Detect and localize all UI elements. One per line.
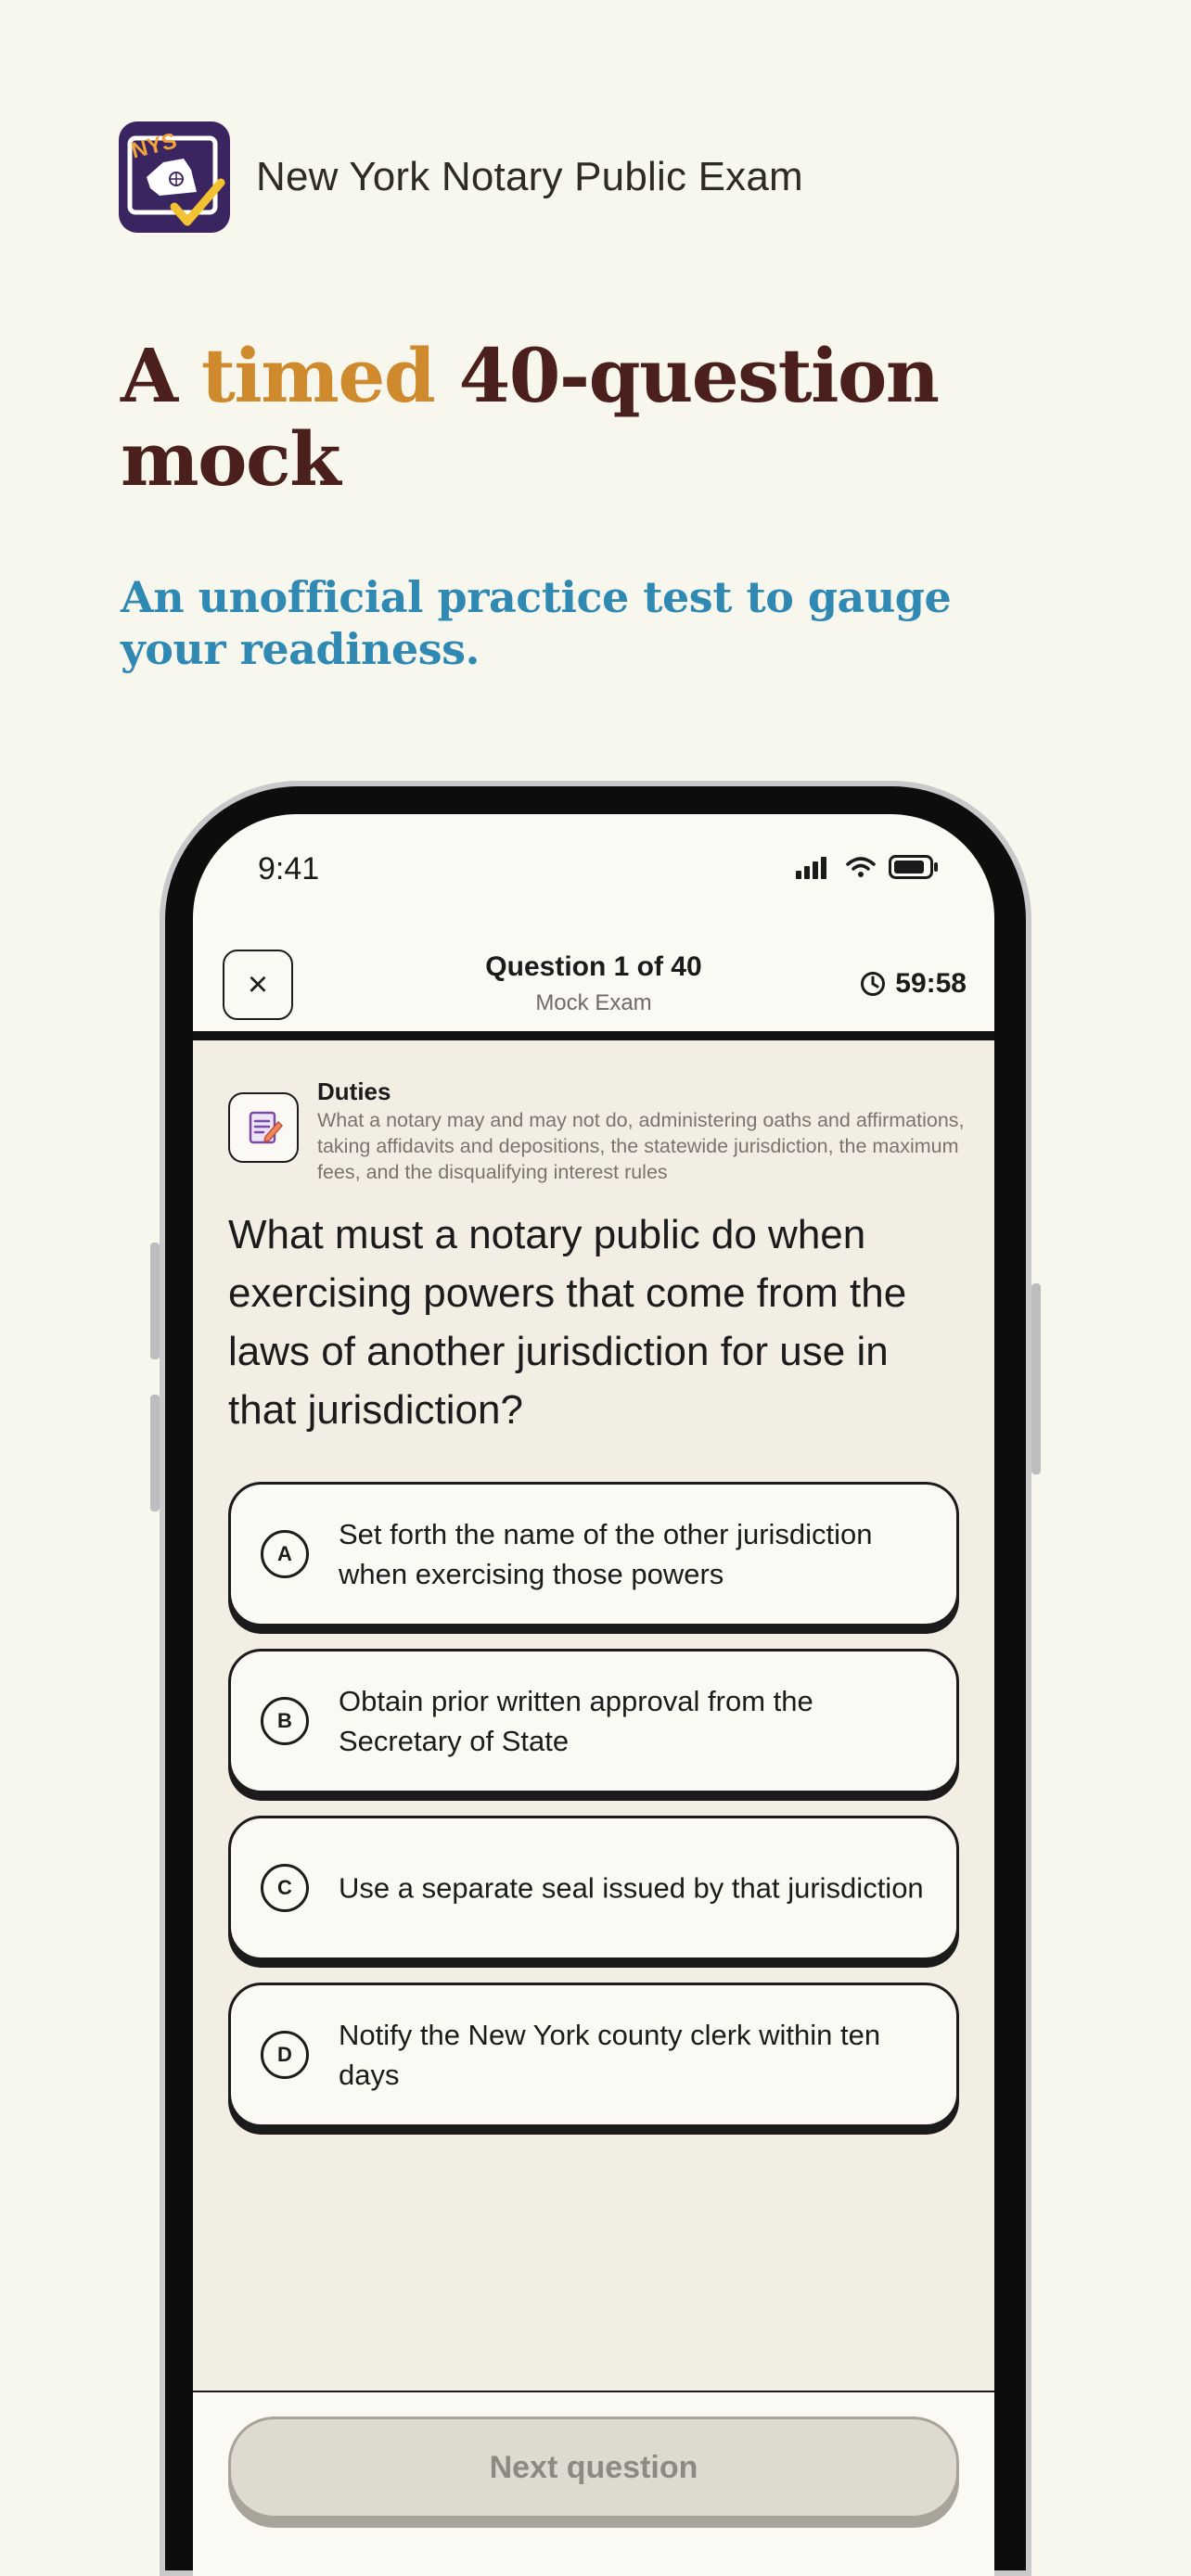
phone-side-button [150,1243,160,1359]
answer-option-c[interactable]: C Use a separate seal issued by that jur… [228,1816,959,1960]
wifi-icon [846,857,876,877]
next-question-button[interactable]: Next question [228,2417,959,2519]
battery-icon [889,855,938,879]
timer-value: 59:58 [895,968,967,999]
topic-description: What a notary may and may not do, admini… [317,1109,965,1183]
document-edit-icon [228,1092,299,1163]
answer-option-a[interactable]: A Set forth the name of the other jurisd… [228,1482,959,1626]
phone-screen: 9:41 × Question 1 of 40 Mock Exam 59:58 … [193,814,994,2576]
topic-name: Duties [317,1078,391,1105]
phone-side-button [150,1395,160,1511]
status-icons [796,855,939,879]
option-letter-badge: C [261,1864,309,1912]
option-letter-badge: A [261,1530,309,1578]
option-letter-badge: B [261,1697,309,1745]
headline-pre: A [121,332,201,419]
progress-bar [193,1031,994,1040]
question-text: What must a notary public do when exerci… [228,1212,907,1433]
headline-accent: timed [200,332,436,419]
app-header: NYS New York Notary Public Exam [119,121,803,234]
answer-option-b[interactable]: B Obtain prior written approval from the… [228,1649,959,1793]
quiz-footer: Next question [193,2391,994,2576]
option-text: Notify the New York county clerk within … [339,2019,881,2091]
status-time: 9:41 [258,851,320,886]
option-text: Use a separate seal issued by that juris… [339,1871,924,1905]
nys-app-icon: NYS [119,121,230,233]
question-area: Duties What a notary may and may not do,… [193,1040,994,2391]
option-letter-badge: D [261,2031,309,2079]
phone-power-button [1031,1283,1041,1474]
subheadline: An unofficial practice test to gauge you… [121,572,952,674]
answer-options: A Set forth the name of the other jurisd… [228,1482,959,2149]
headline: A timed 40-question mock [121,334,1048,501]
clock-icon [861,972,886,996]
app-title: New York Notary Public Exam [256,154,803,199]
app-icon-label: NYS [129,128,179,163]
option-text: Set forth the name of the other jurisdic… [339,1518,873,1590]
quiz-top-bar: × Question 1 of 40 Mock Exam 59:58 [193,935,994,1031]
answer-option-d[interactable]: D Notify the New York county clerk withi… [228,1983,959,2127]
signal-icon [796,857,826,879]
option-text: Obtain prior written approval from the S… [339,1685,813,1757]
timer: 59:58 [860,968,967,1000]
